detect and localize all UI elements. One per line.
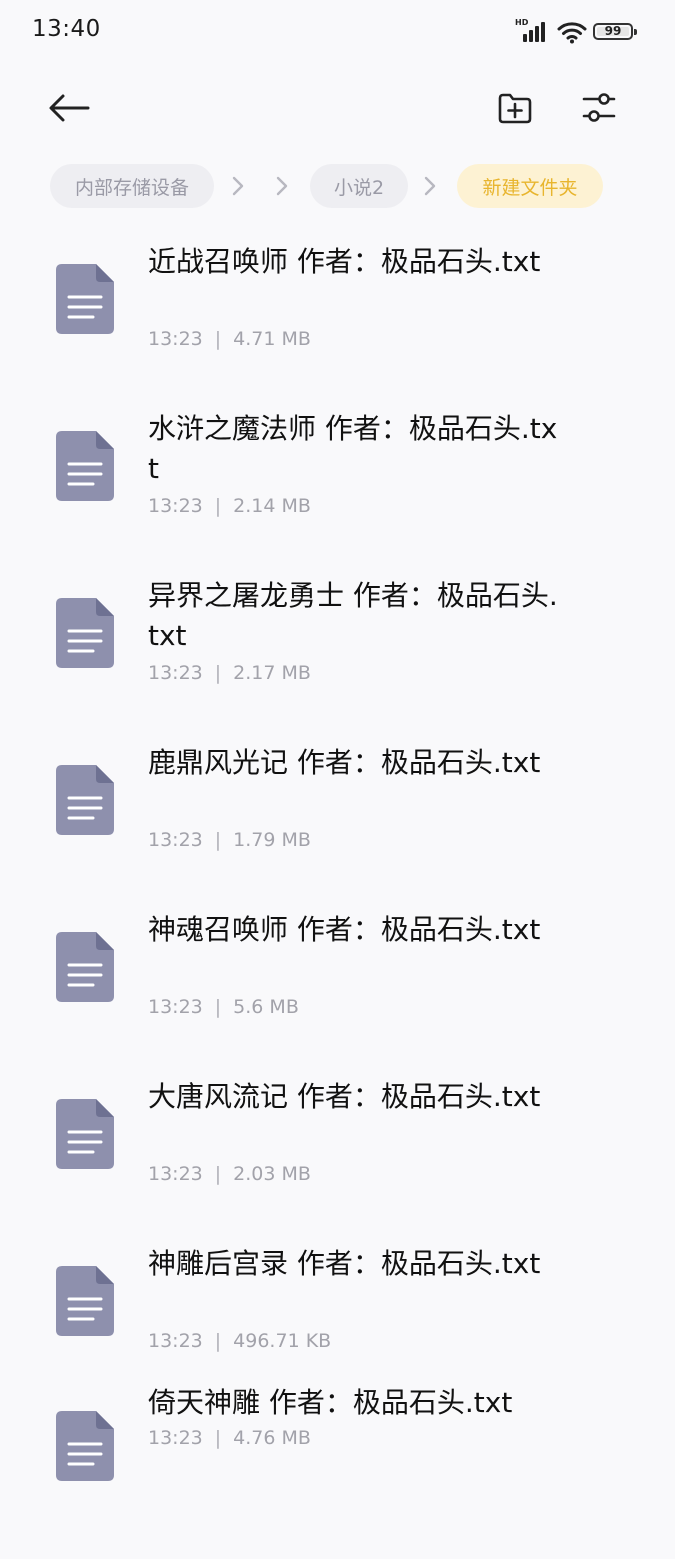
document-icon	[56, 264, 114, 334]
file-row-2[interactable]: 水浒之魔法师 作者：极品石头.txt 13:23 | 2.14 MB	[0, 397, 675, 557]
file-meta: 13:23 | 2.14 MB	[148, 495, 311, 517]
folder-plus-icon	[498, 93, 532, 124]
file-time: 13:23	[148, 1330, 203, 1352]
file-meta: 13:23 | 4.76 MB	[148, 1427, 311, 1449]
arrow-left-icon	[49, 94, 90, 122]
file-row-6[interactable]: 大唐风流记 作者：极品石头.txt 13:23 | 2.03 MB	[0, 1065, 675, 1225]
file-meta: 13:23 | 5.6 MB	[148, 996, 299, 1018]
file-time: 13:23	[148, 328, 203, 350]
file-time: 13:23	[148, 1163, 203, 1185]
back-button[interactable]	[40, 82, 98, 134]
file-name: 近战召唤师 作者：极品石头.txt	[148, 245, 541, 278]
breadcrumb: 内部存储设备 小说2 新建文件夹	[0, 164, 675, 210]
document-icon	[56, 431, 114, 501]
toolbar	[0, 70, 675, 146]
breadcrumb-internal-storage[interactable]: 内部存储设备	[50, 164, 214, 208]
battery-icon: 99	[593, 23, 637, 40]
network-type-label: HD	[515, 18, 529, 27]
sliders-icon	[582, 93, 616, 122]
meta-separator: |	[214, 662, 222, 684]
wifi-icon	[557, 22, 587, 44]
file-meta: 13:23 | 1.79 MB	[148, 829, 311, 851]
file-meta: 13:23 | 496.71 KB	[148, 1330, 331, 1352]
file-size: 2.17 MB	[233, 662, 311, 684]
file-row-5[interactable]: 神魂召唤师 作者：极品石头.txt 13:23 | 5.6 MB	[0, 898, 675, 1058]
file-time: 13:23	[148, 495, 203, 517]
file-name: 水浒之魔法师 作者：极品石头.txt	[148, 412, 558, 485]
status-bar: 13:40 HD 99	[0, 0, 675, 64]
file-row-4[interactable]: 鹿鼎风光记 作者：极品石头.txt 13:23 | 1.79 MB	[0, 731, 675, 891]
file-row-7[interactable]: 神雕后宫录 作者：极品石头.txt 13:23 | 496.71 KB	[0, 1232, 675, 1392]
file-size: 4.76 MB	[233, 1427, 311, 1449]
file-time: 13:23	[148, 662, 203, 684]
meta-separator: |	[214, 1330, 222, 1352]
file-size: 1.79 MB	[233, 829, 311, 851]
file-size: 496.71 KB	[233, 1330, 332, 1352]
file-time: 13:23	[148, 1427, 203, 1449]
chevron-right-icon	[420, 174, 440, 198]
document-icon	[56, 1411, 114, 1481]
meta-separator: |	[214, 996, 222, 1018]
document-icon	[56, 765, 114, 835]
chevron-right-icon	[272, 174, 292, 198]
filter-button[interactable]	[572, 82, 626, 134]
meta-separator: |	[214, 829, 222, 851]
new-folder-button[interactable]	[488, 82, 542, 134]
file-meta: 13:23 | 4.71 MB	[148, 328, 311, 350]
file-size: 2.03 MB	[233, 1163, 311, 1185]
file-row-8[interactable]: 倚天神雕 作者：极品石头.txt 13:23 | 4.76 MB	[0, 1386, 675, 1559]
file-row-1[interactable]: 近战召唤师 作者：极品石头.txt 13:23 | 4.71 MB	[0, 230, 675, 390]
breadcrumb-novels[interactable]: 小说2	[310, 164, 408, 208]
document-icon	[56, 598, 114, 668]
document-icon	[56, 1099, 114, 1169]
file-name: 倚天神雕 作者：极品石头.txt	[148, 1386, 513, 1419]
file-row-3[interactable]: 异界之屠龙勇士 作者：极品石头.txt 13:23 | 2.17 MB	[0, 564, 675, 724]
file-name: 神魂召唤师 作者：极品石头.txt	[148, 913, 541, 946]
file-size: 5.6 MB	[233, 996, 299, 1018]
document-icon	[56, 932, 114, 1002]
status-time: 13:40	[32, 16, 101, 42]
meta-separator: |	[214, 495, 222, 517]
file-meta: 13:23 | 2.03 MB	[148, 1163, 311, 1185]
file-time: 13:23	[148, 829, 203, 851]
file-size: 2.14 MB	[233, 495, 311, 517]
file-time: 13:23	[148, 996, 203, 1018]
file-name: 大唐风流记 作者：极品石头.txt	[148, 1080, 541, 1113]
breadcrumb-new-folder[interactable]: 新建文件夹	[457, 164, 603, 208]
meta-separator: |	[214, 1163, 222, 1185]
battery-level-text: 99	[604, 24, 622, 38]
file-meta: 13:23 | 2.17 MB	[148, 662, 311, 684]
file-size: 4.71 MB	[233, 328, 311, 350]
file-name: 神雕后宫录 作者：极品石头.txt	[148, 1247, 541, 1280]
cellular-signal-icon: HD	[515, 18, 551, 44]
file-name: 鹿鼎风光记 作者：极品石头.txt	[148, 746, 541, 779]
chevron-right-icon	[228, 174, 248, 198]
document-icon	[56, 1266, 114, 1336]
meta-separator: |	[214, 328, 222, 350]
meta-separator: |	[214, 1427, 222, 1449]
file-name: 异界之屠龙勇士 作者：极品石头.txt	[148, 579, 558, 652]
